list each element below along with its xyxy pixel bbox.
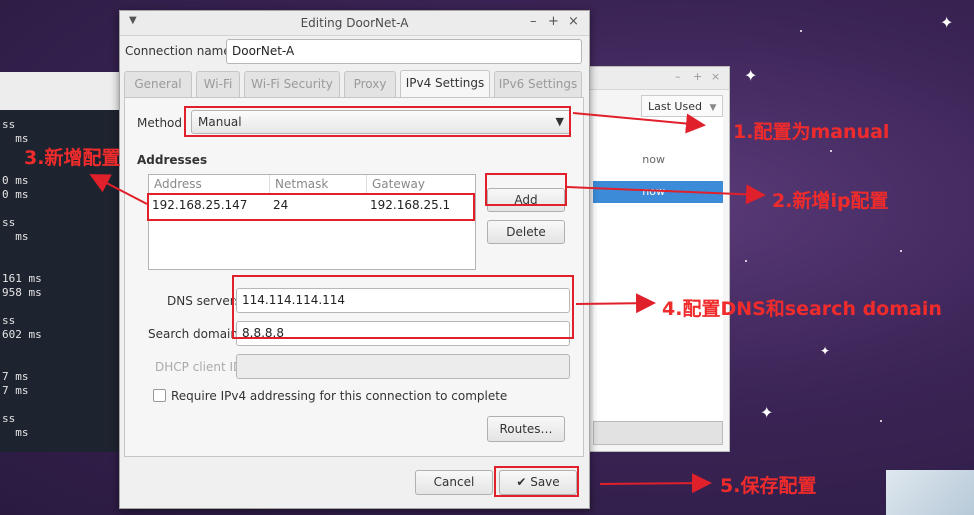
arrow-2 bbox=[566, 184, 766, 205]
annotation-step-3: 3.新增配置 bbox=[24, 147, 121, 169]
annotation-arrows bbox=[89, 112, 766, 494]
annotation-step-4: 4.配置DNS和search domain bbox=[662, 298, 942, 320]
arrow-4 bbox=[575, 293, 656, 314]
arrow-3 bbox=[89, 174, 148, 205]
arrow-1 bbox=[572, 112, 706, 134]
arrow-5 bbox=[599, 473, 712, 494]
annotation-step-2: 2.新增ip配置 bbox=[772, 190, 889, 212]
annotation-step-1: 1.配置为manual bbox=[733, 121, 890, 143]
annotation-step-5: 5.保存配置 bbox=[720, 475, 817, 497]
